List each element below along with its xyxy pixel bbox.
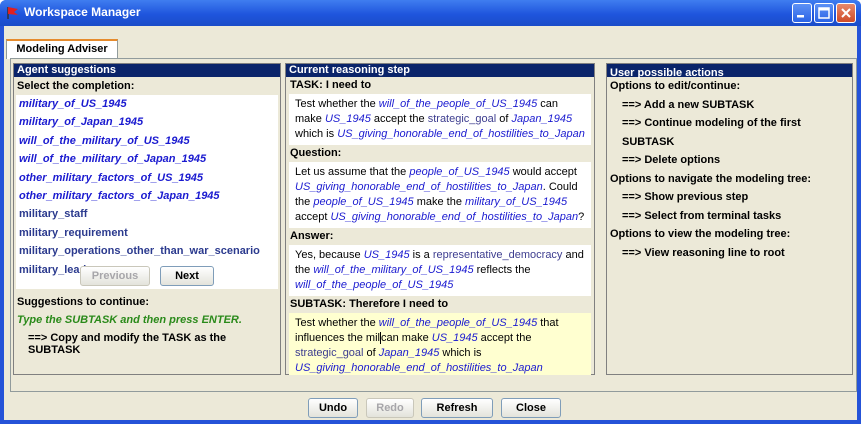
agent-suggestions-header: Agent suggestions [14,64,280,77]
concept-link[interactable]: people_of_US_1945 [409,166,509,178]
select-terminal-tasks-action[interactable]: ==> Select from terminal tasks [607,207,852,226]
concept-link[interactable]: military_of_US_1945 [465,196,567,208]
text: of [363,347,379,359]
close-button[interactable]: Close [501,398,561,418]
view-reasoning-line-action[interactable]: ==> View reasoning line to root [607,244,852,263]
show-previous-step-action[interactable]: ==> Show previous step [607,188,852,207]
navigate-options-label: Options to navigate the modeling tree: [610,172,812,185]
current-reasoning-header: Current reasoning step [286,64,594,77]
text: reflects the [473,264,531,276]
text: would accept [509,166,577,178]
text: make the [413,196,466,208]
edit-options-label: Options to edit/continue: [610,80,741,92]
close-icon [841,8,851,18]
subtask-editor[interactable]: Test whether the will_of_the_people_of_U… [289,313,591,375]
question-text: Let us assume that the people_of_US_1945… [289,162,591,228]
text: accept the [477,332,532,344]
undo-button[interactable]: Undo [308,398,358,418]
maximize-button[interactable] [814,3,834,23]
text: of [496,113,512,125]
tab-modeling-adviser[interactable]: Modeling Adviser [6,39,118,59]
concept-link[interactable]: US_giving_honorable_end_of_hostilities_t… [295,181,543,193]
subtask-heading: SUBTASK: Therefore I need to [290,298,449,310]
task-text: Test whether the will_of_the_people_of_U… [289,94,591,145]
minimize-icon [797,15,804,18]
list-item[interactable]: military_requirement [16,224,278,242]
text: Test whether the [295,98,379,110]
text: can make [381,332,432,344]
list-item[interactable]: will_of_the_military_of_Japan_1945 [16,150,278,168]
concept-link[interactable]: will_of_the_military_of_US_1945 [313,264,473,276]
list-item[interactable]: military_operations_other_than_war_scena… [16,242,278,260]
list-item[interactable]: military_of_US_1945 [16,95,278,113]
subtask-hint: Type the SUBTASK and then press ENTER. [17,314,242,326]
suggestions-continue-label: Suggestions to continue: [17,296,149,308]
close-window-button[interactable] [836,3,856,23]
text: which is [295,128,338,140]
concept-link[interactable]: US_1945 [432,332,478,344]
suggestion-list[interactable]: military_of_US_1945 military_of_Japan_19… [16,95,278,289]
text: is a [409,249,433,261]
add-subtask-action[interactable]: ==> Add a new SUBTASK [607,96,852,115]
app-icon [5,5,21,21]
current-reasoning-panel: Current reasoning step TASK: I need to T… [285,63,595,375]
concept-link[interactable]: US_giving_honorable_end_of_hostilities_t… [330,211,578,223]
agent-suggestions-panel: Agent suggestions Select the completion:… [13,63,281,375]
previous-button[interactable]: Previous [80,266,150,286]
concept-link[interactable]: US_giving_honorable_end_of_hostilities_t… [337,128,585,140]
select-completion-label: Select the completion: [17,80,135,92]
text: which is [439,347,482,359]
concept-link[interactable]: US_1945 [325,113,371,125]
window-title: Workspace Manager [24,5,141,19]
list-item[interactable]: other_military_factors_of_US_1945 [16,169,278,187]
user-actions-header: User possible actions [607,64,852,79]
refresh-button[interactable]: Refresh [421,398,493,418]
list-item[interactable]: military_of_Japan_1945 [16,113,278,131]
question-heading: Question: [290,147,342,159]
redo-button[interactable]: Redo [366,398,414,418]
user-actions-panel: User possible actions Options to edit/co… [606,63,853,375]
next-button[interactable]: Next [160,266,214,286]
copy-task-option[interactable]: ==> Copy and modify the TASK as the SUBT… [28,332,280,356]
list-item[interactable]: will_of_the_military_of_US_1945 [16,132,278,150]
text: ? [578,211,585,223]
text: Test whether the [295,317,379,329]
concept-link[interactable]: US_1945 [364,249,410,261]
concept-link[interactable]: US_giving_honorable_end_of_hostilities_t… [295,362,543,374]
answer-text: Yes, because US_1945 is a representative… [289,245,591,296]
concept-link[interactable]: strategic_goal [428,113,497,125]
text: accept the [370,113,428,125]
title-bar[interactable]: Workspace Manager [0,0,861,26]
concept-link[interactable]: will_of_the_people_of_US_1945 [379,98,537,110]
text: Let us assume that the [295,166,410,178]
delete-options-action[interactable]: ==> Delete options [607,151,852,170]
minimize-button[interactable] [792,3,812,23]
concept-link[interactable]: will_of_the_people_of_US_1945 [379,317,537,329]
concept-link[interactable]: will_of_the_people_of_US_1945 [295,279,453,291]
list-item[interactable]: other_military_factors_of_Japan_1945 [16,187,278,205]
maximize-icon [818,7,830,19]
task-heading: TASK: I need to [290,79,372,91]
concept-link[interactable]: representative_democracy [433,249,563,261]
concept-link[interactable]: strategic_goal [295,347,364,359]
continue-modeling-action[interactable]: ==> Continue modeling of the first SUBTA… [607,114,852,151]
view-options-label: Options to view the modeling tree: [610,228,791,240]
concept-link[interactable]: Japan_1945 [512,113,573,125]
concept-link[interactable]: people_of_US_1945 [313,196,413,208]
text: accept [295,211,331,223]
text: Yes, because [295,249,364,261]
concept-link[interactable]: Japan_1945 [379,347,440,359]
answer-heading: Answer: [290,230,334,242]
list-item[interactable]: military_staff [16,205,278,223]
